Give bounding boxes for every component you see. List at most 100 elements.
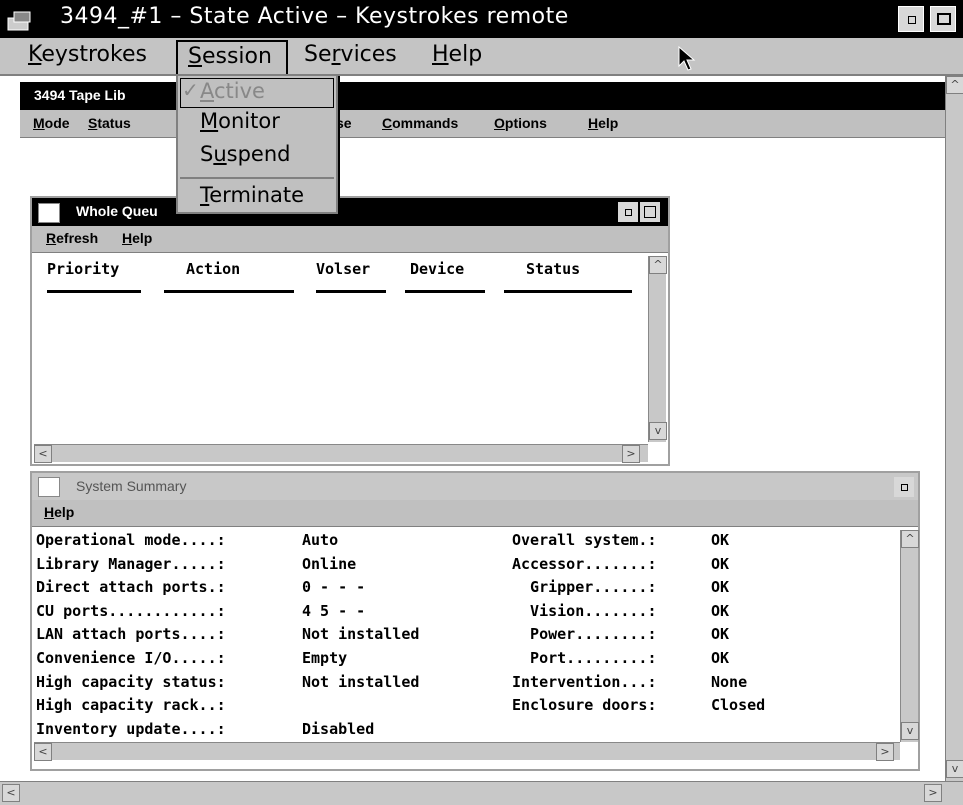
library-menu-bar: Mode Status se Commands Options Help <box>20 110 945 138</box>
summary-right-row-label: Overall system.: <box>512 531 657 549</box>
summary-left-row-label: Direct attach ports.: <box>36 578 226 597</box>
summary-vertical-scrollbar[interactable]: ^ v <box>900 530 919 742</box>
menu-library-help[interactable]: Help <box>588 115 618 131</box>
summary-left-row-label: Inventory update....: <box>36 719 226 738</box>
system-summary-title: System Summary <box>76 478 187 494</box>
column-underline <box>316 290 386 293</box>
column-header-status[interactable]: Status <box>526 260 580 278</box>
scroll-down-arrow[interactable]: v <box>649 422 667 440</box>
summary-left-row-label: Library Manager.....: <box>36 554 226 573</box>
summary-left-row-label: Operational mode....: <box>36 531 226 549</box>
client-horizontal-scrollbar[interactable]: < > <box>0 781 963 805</box>
summary-left-row-value: Online <box>302 554 357 573</box>
summary-left-row-value: Not installed <box>302 672 420 691</box>
scroll-up-arrow[interactable]: ^ <box>946 76 963 94</box>
summary-right-row-label: Vision.......: <box>512 601 657 620</box>
scroll-left-arrow[interactable]: < <box>2 784 20 802</box>
scroll-left-arrow[interactable]: < <box>34 743 52 761</box>
session-item-monitor[interactable]: Monitor <box>200 109 280 133</box>
menu-commands[interactable]: Commands <box>382 115 458 131</box>
window-icon[interactable] <box>38 203 60 223</box>
whole-queue-title-bar: Whole Queu <box>32 198 668 226</box>
scroll-left-arrow[interactable]: < <box>34 445 52 463</box>
scroll-down-arrow[interactable]: v <box>946 760 963 778</box>
summary-right-row-label: Power........: <box>512 625 657 644</box>
whole-queue-title: Whole Queu <box>76 203 158 219</box>
summary-left-row-label: CU ports............: <box>36 601 226 620</box>
summary-right-row-label: Gripper......: <box>512 578 657 597</box>
scroll-up-arrow[interactable]: ^ <box>901 530 919 548</box>
column-underline <box>164 290 294 293</box>
library-window-title: 3494 Tape Lib <box>20 82 945 110</box>
session-item-active[interactable]: Active <box>200 79 265 103</box>
column-header-action[interactable]: Action <box>186 260 240 278</box>
menu-keystrokes[interactable]: Keystrokes <box>28 42 147 67</box>
maximize-button[interactable] <box>930 6 956 32</box>
summary-right-row-value: OK <box>711 649 730 667</box>
summary-left-row-label: LAN attach ports....: <box>36 625 226 644</box>
system-summary-menu-bar: Help <box>32 500 918 527</box>
summary-right-row-value: None <box>711 672 748 691</box>
summary-left-row-label: High capacity status: <box>36 672 226 691</box>
column-underline <box>504 290 632 293</box>
summary-left-row-value: 0 - - - <box>302 578 366 597</box>
menu-queue-help[interactable]: Help <box>122 230 152 246</box>
summary-right-row-value: OK <box>711 601 730 620</box>
menu-refresh[interactable]: Refresh <box>46 230 98 246</box>
summary-right-row-value: Closed <box>711 696 766 715</box>
column-header-device[interactable]: Device <box>410 260 464 278</box>
arrow-cursor-icon <box>678 46 696 71</box>
summary-right-row-label: Port.........: <box>512 649 657 667</box>
session-item-suspend[interactable]: Suspend <box>200 142 291 166</box>
summary-left-row-value: Not installed <box>302 625 420 644</box>
minimize-button[interactable] <box>898 6 924 32</box>
scroll-right-arrow[interactable]: > <box>622 445 640 463</box>
column-header-priority[interactable]: Priority <box>47 260 119 278</box>
scroll-down-arrow[interactable]: v <box>901 722 919 740</box>
window-icon[interactable] <box>38 477 60 497</box>
scroll-right-arrow[interactable]: > <box>876 743 894 761</box>
library-title-text: 3494 Tape Lib <box>34 87 126 103</box>
column-underline <box>47 290 141 293</box>
menu-status[interactable]: Status <box>88 115 131 131</box>
menu-services[interactable]: Services <box>304 42 397 67</box>
summary-right-row-value: OK <box>711 578 730 597</box>
queue-horizontal-scrollbar[interactable]: < > <box>34 444 648 463</box>
menu-mode[interactable]: Mode <box>33 115 70 131</box>
summary-left-row-value: 4 5 - - <box>302 601 366 620</box>
summary-right-row-label: Accessor.......: <box>512 554 657 573</box>
menu-options[interactable]: Options <box>494 115 547 131</box>
queue-vertical-scrollbar[interactable]: ^ v <box>648 256 667 442</box>
checkmark-icon: ✓ <box>182 78 199 102</box>
summary-left-row-value: Disabled <box>302 719 375 738</box>
summary-left-row-label: High capacity rack..: <box>36 696 226 715</box>
summary-left-row-value: Empty <box>302 649 348 667</box>
summary-right-row-value: OK <box>711 554 730 573</box>
scroll-right-arrow[interactable]: > <box>924 784 942 802</box>
minimize-button[interactable] <box>894 477 914 497</box>
session-item-terminate[interactable]: Terminate <box>200 183 304 207</box>
minimize-button[interactable] <box>618 202 638 222</box>
client-vertical-scrollbar[interactable]: ^ v <box>945 76 963 781</box>
summary-right-row-value: OK <box>711 625 730 644</box>
menu-queue-partial[interactable]: se <box>336 115 352 131</box>
session-dropdown: ✓ Active Monitor Suspend Terminate <box>176 74 338 214</box>
window-title: 3494_#1 – State Active – Keystrokes remo… <box>60 4 569 29</box>
maximize-button[interactable] <box>640 202 660 222</box>
menu-summary-help[interactable]: Help <box>44 504 74 520</box>
column-header-volser[interactable]: Volser <box>316 260 370 278</box>
menu-separator <box>180 177 334 179</box>
summary-right-row-label: Enclosure doors: <box>512 696 657 715</box>
system-summary-title-bar: System Summary <box>32 473 918 500</box>
summary-right-row-label: Intervention...: <box>512 672 657 691</box>
whole-queue-menu-bar: Refresh Help <box>32 226 668 253</box>
menu-help[interactable]: Help <box>432 42 482 67</box>
summary-left-row-value: Auto <box>302 531 339 549</box>
window-icon[interactable] <box>6 8 34 32</box>
menu-session[interactable]: Session <box>176 40 288 74</box>
summary-horizontal-scrollbar[interactable]: < > <box>34 742 900 761</box>
column-underline <box>405 290 485 293</box>
title-bar: 3494_#1 – State Active – Keystrokes remo… <box>0 0 963 38</box>
scroll-up-arrow[interactable]: ^ <box>649 256 667 274</box>
summary-right-row-value: OK <box>711 531 730 549</box>
